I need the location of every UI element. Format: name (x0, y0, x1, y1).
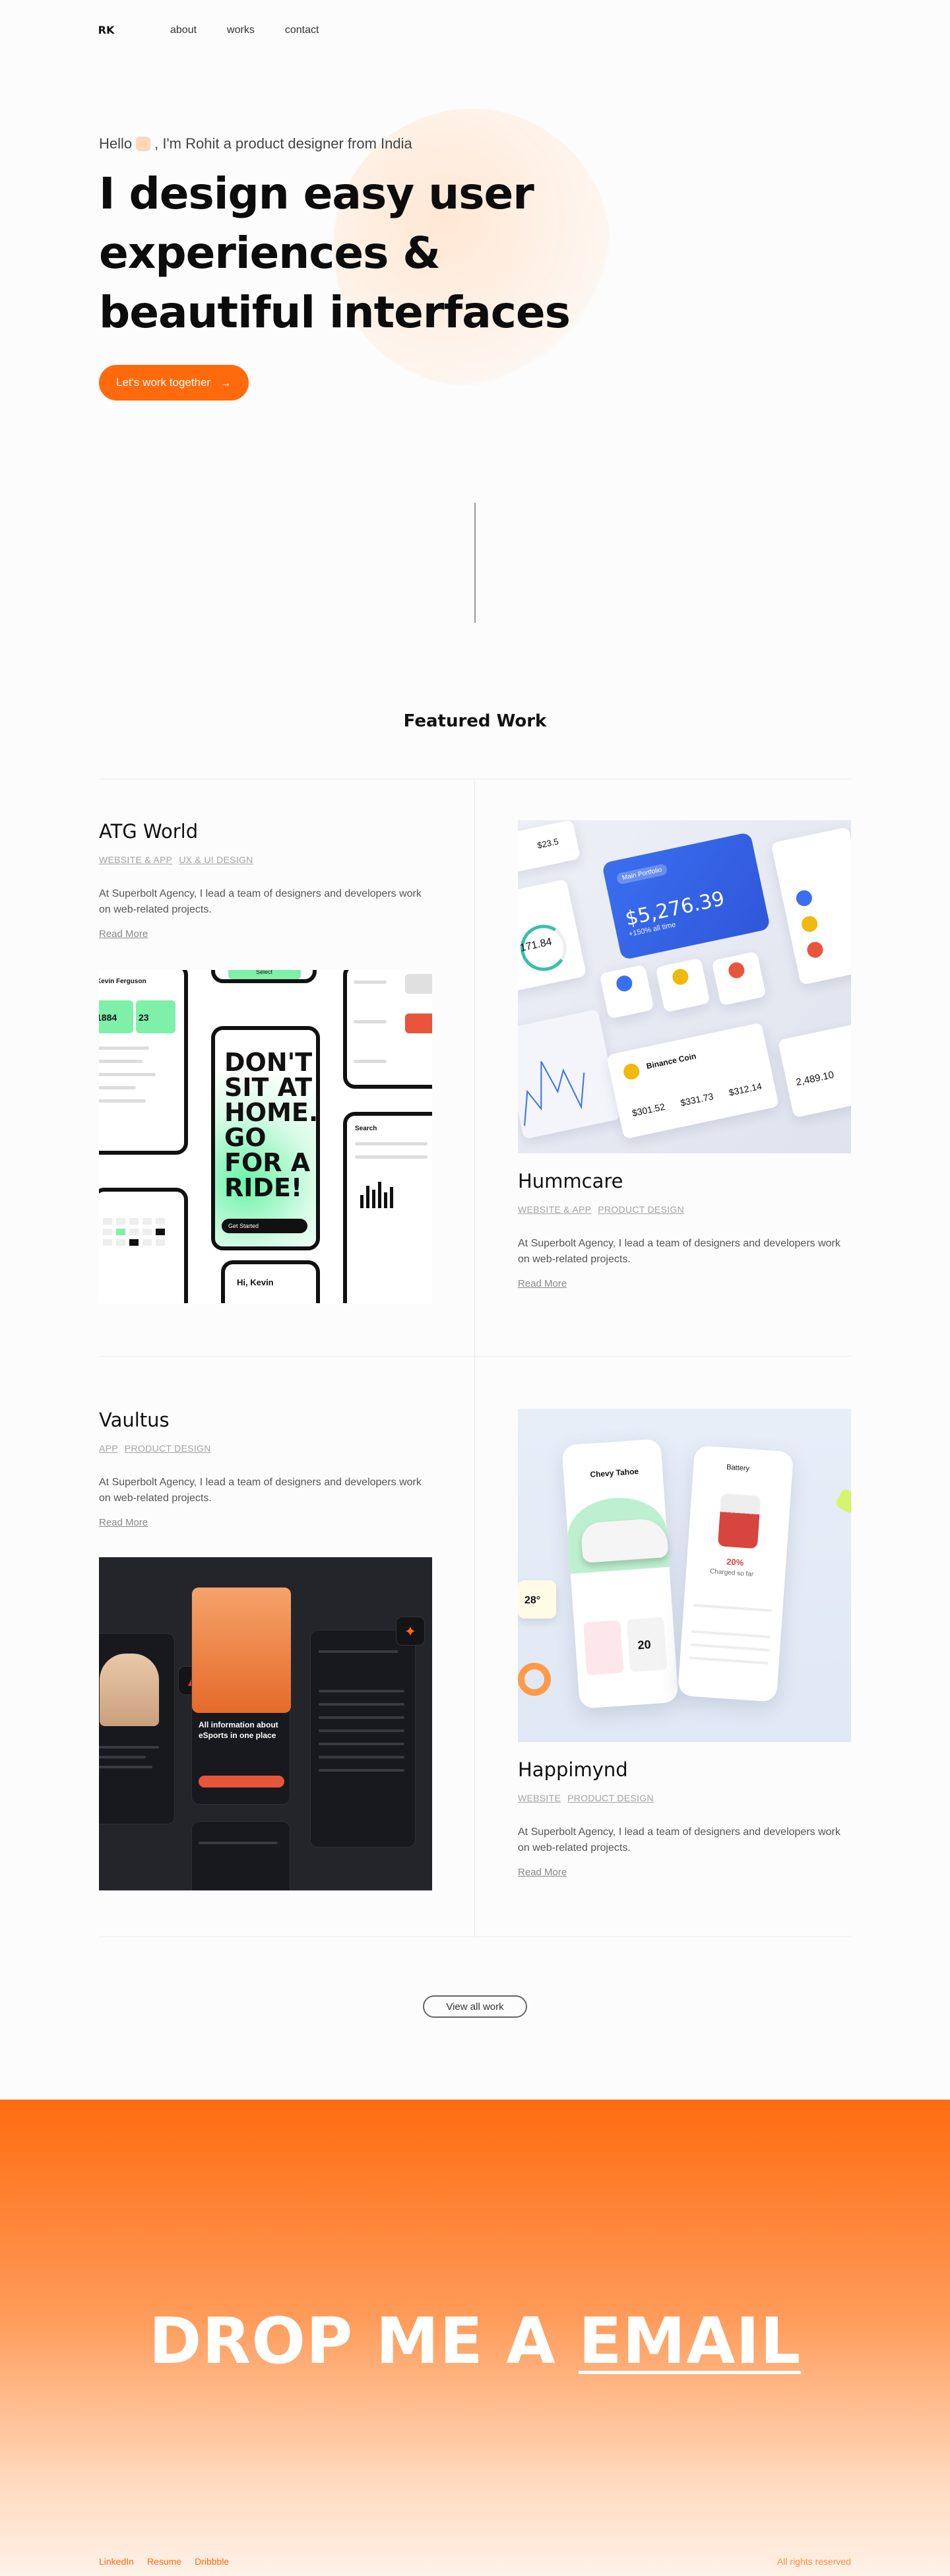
project-title: Vaultus (99, 1409, 170, 1431)
phone-mockup-slogan: DON'T SIT AT HOME. GO FOR A RIDE! Get St… (211, 1026, 320, 1250)
phone-mockup: Search (343, 1112, 432, 1303)
phone-mockup: Select (211, 970, 317, 983)
nav-links: about works contact (170, 24, 319, 36)
team-logo-icon: ✦ (396, 1617, 425, 1646)
read-more-link[interactable]: Read More (518, 1867, 567, 1878)
stat-value: 1884 (99, 1012, 117, 1023)
project-tags: WEBSITE & APP UX & UI DESIGN (99, 854, 435, 865)
portfolio-label: Main Portfolio (616, 863, 668, 885)
battery-label: Battery (726, 1463, 750, 1473)
work-together-button[interactable]: Let's work together → (99, 365, 249, 401)
project-image-hummcare[interactable]: $23.5 171.84 Main Portfolio $5,276.39 +1… (518, 820, 851, 1153)
temperature-value: 28° (524, 1595, 541, 1606)
read-more-link[interactable]: Read More (99, 1517, 148, 1528)
select-label: Select (256, 970, 273, 975)
project-image-happimynd[interactable]: Chevy Tahoe 20 Battery 20% Charged so fa… (518, 1409, 851, 1742)
project-card-vaultus: Vaultus APP PRODUCT DESIGN At Superbolt … (99, 1409, 435, 1529)
footer-links: LinkedIn Resume Dribbble (99, 2556, 229, 2567)
nav-link-about[interactable]: about (170, 24, 197, 36)
grid-divider-middle (99, 1356, 851, 1357)
project-tag[interactable]: WEBSITE & APP (99, 854, 172, 865)
featured-work-title: Featured Work (403, 711, 547, 731)
hero-greeting: Hello , I'm Rohit a product designer fro… (99, 135, 627, 152)
project-description: At Superbolt Agency, I lead a team of de… (99, 888, 422, 915)
project-tag[interactable]: PRODUCT DESIGN (125, 1443, 211, 1454)
footer-link-dribbble[interactable]: Dribbble (195, 2556, 229, 2567)
project-tag[interactable]: APP (99, 1443, 118, 1454)
top-value: $23.5 (536, 836, 559, 851)
footer-link-linkedin[interactable]: LinkedIn (99, 2556, 134, 2567)
project-tags: WEBSITE PRODUCT DESIGN (518, 1793, 854, 1803)
project-tag[interactable]: WEBSITE (518, 1793, 561, 1803)
email-link[interactable]: EMAIL (579, 2304, 801, 2378)
logo[interactable]: RK (98, 20, 115, 41)
footer-link-resume[interactable]: Resume (147, 2556, 181, 2567)
headline-line-1: I design easy user (99, 168, 534, 219)
top-nav: RK about works contact (98, 18, 851, 42)
project-title: Happimynd (518, 1758, 628, 1781)
project-card-atg-world: ATG World WEBSITE & APP UX & UI DESIGN A… (99, 820, 435, 940)
project-description: At Superbolt Agency, I lead a team of de… (518, 1826, 840, 1853)
waving-hand-icon (136, 137, 151, 151)
intro-text: , I'm Rohit a product designer from Indi… (154, 135, 412, 152)
project-image-vaultus[interactable]: ▲ All information about eSports in one p… (99, 1557, 432, 1890)
read-more-link[interactable]: Read More (518, 1278, 567, 1289)
portfolio-card: Main Portfolio $5,276.39 +150% all time (601, 831, 771, 961)
headline-line-2: experiences & (99, 228, 441, 278)
decorative-ring (518, 1663, 551, 1696)
phone-mockup: Chevy Tahoe 20 (561, 1438, 679, 1709)
phone-mockup: Kevin Ferguson 1884 23 (99, 970, 188, 1155)
project-tag[interactable]: UX & UI DESIGN (179, 854, 253, 865)
hero-section: Hello , I'm Rohit a product designer fro… (99, 135, 627, 401)
charged-label: Charged so far (709, 1568, 754, 1578)
project-description: At Superbolt Agency, I lead a team of de… (99, 1477, 422, 1504)
phone-mockup: Hi, Kevin (221, 1260, 320, 1303)
hero-headline: I design easy user experiences & beautif… (99, 164, 627, 342)
project-description: At Superbolt Agency, I lead a team of de… (518, 1238, 840, 1265)
cta-label: Let's work together (116, 376, 211, 389)
side-value: 2,489.10 (795, 1069, 835, 1089)
project-tags: APP PRODUCT DESIGN (99, 1443, 435, 1454)
read-more-link[interactable]: Read More (99, 928, 148, 940)
charge-number: 20 (637, 1638, 652, 1652)
drop-email-heading: DROP ME A EMAIL (0, 2304, 950, 2378)
phone-mockup (343, 970, 432, 1089)
coin-value: $301.52 (631, 1101, 666, 1118)
profile-name: Kevin Ferguson (99, 978, 146, 985)
project-title: Hummcare (518, 1170, 623, 1192)
project-tag[interactable]: WEBSITE & APP (518, 1204, 591, 1215)
project-tags: WEBSITE & APP PRODUCT DESIGN (518, 1204, 854, 1215)
project-card-hummcare: Hummcare WEBSITE & APP PRODUCT DESIGN At… (518, 1170, 854, 1290)
arrow-right-icon: → (220, 375, 232, 389)
info-title: All information about eSports in one pla… (199, 1720, 278, 1740)
scroll-divider (474, 503, 476, 623)
coin-value: $312.14 (728, 1080, 763, 1098)
headline-line-3: beautiful interfaces (99, 287, 571, 338)
project-card-happimynd: Happimynd WEBSITE PRODUCT DESIGN At Supe… (518, 1758, 854, 1879)
nav-link-works[interactable]: works (227, 24, 255, 36)
coin-value: $331.73 (679, 1091, 714, 1109)
footer: DROP ME A EMAIL LinkedIn Resume Dribbble… (0, 2100, 950, 2576)
project-tag[interactable]: PRODUCT DESIGN (567, 1793, 654, 1803)
stat-value: 23 (139, 1012, 149, 1023)
project-title: ATG World (99, 820, 199, 843)
coin-name: Binance Coin (645, 1051, 697, 1071)
phone-mockup: Battery 20% Charged so far (677, 1445, 794, 1702)
nav-link-contact[interactable]: contact (285, 24, 319, 36)
battery-percent: 20% (726, 1557, 744, 1568)
project-tag[interactable]: PRODUCT DESIGN (598, 1204, 684, 1215)
grid-divider-vertical (474, 779, 475, 1937)
ride-slogan: DON'T SIT AT HOME. GO FOR A RIDE! (224, 1048, 319, 1202)
coin-card: Binance Coin $301.52 $331.73 $312.14 (606, 1022, 779, 1140)
greeting-text: Hi, Kevin (237, 1277, 274, 1287)
project-image-atg-world[interactable]: Kevin Ferguson 1884 23 Select DON'T SIT … (99, 970, 432, 1303)
view-all-work-button[interactable]: View all work (423, 1995, 527, 2018)
search-label: Search (355, 1125, 377, 1132)
phone-mockup (99, 1188, 188, 1303)
copyright-text: All rights reserved (776, 2556, 851, 2567)
get-started-label: Get Started (222, 1219, 307, 1233)
car-name: Chevy Tahoe (589, 1466, 639, 1479)
drop-prefix: DROP ME A (148, 2304, 579, 2378)
hello-text: Hello (99, 135, 133, 152)
